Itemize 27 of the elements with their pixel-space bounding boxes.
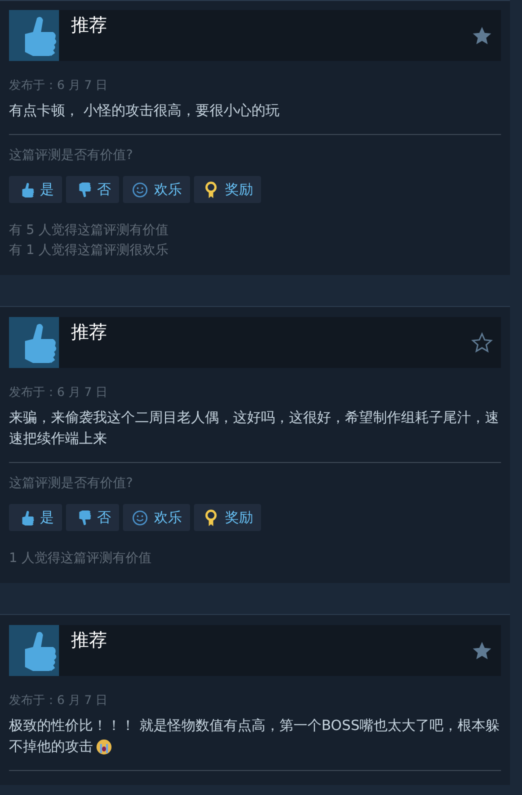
smiley-icon xyxy=(131,508,149,526)
vote-count: 有 1 人觉得这篇评测很欢乐 xyxy=(9,242,170,260)
yes-button[interactable]: 是 xyxy=(9,176,62,203)
star-icon[interactable] xyxy=(471,332,493,354)
review-verdict: 推荐 xyxy=(71,321,107,345)
review-verdict: 推荐 xyxy=(71,14,107,38)
post-date: 发布于：6 月 7 日 xyxy=(9,77,109,93)
review-text: 来骗，来偷袭我这个二周目老人偶，这好吗，这很好，希望制作组耗子尾汁，速速把续作端上来 xyxy=(9,410,499,447)
no-button[interactable]: 否 xyxy=(66,176,119,203)
vote-count: 1 人觉得这篇评测有价值 xyxy=(9,550,152,568)
no-button[interactable]: 否 xyxy=(66,504,119,531)
star-icon[interactable] xyxy=(471,640,493,662)
funny-button[interactable]: 欢乐 xyxy=(123,176,190,203)
smiley-icon xyxy=(131,180,149,198)
post-date: 发布于：6 月 7 日 xyxy=(9,692,109,708)
award-button[interactable]: 奖励 xyxy=(194,504,261,531)
post-date: 发布于：6 月 7 日 xyxy=(9,384,109,400)
star-icon[interactable] xyxy=(471,25,493,47)
yes-button[interactable]: 是 xyxy=(9,504,62,531)
helpful-question: 这篇评测是否有价值? xyxy=(9,147,134,165)
award-button[interactable]: 奖励 xyxy=(194,176,261,203)
review-text: 极致的性价比！！！ 就是怪物数值有点高，第一个BOSS嘴也太大了吧，根本躲不掉他的攻击 xyxy=(9,718,500,755)
vote-count: 有 5 人觉得这篇评测有价值 xyxy=(9,222,170,240)
funny-button[interactable]: 欢乐 xyxy=(123,504,190,531)
helpful-question: 这篇评测是否有价值? xyxy=(9,475,134,493)
review-text: 有点卡顿， 小怪的攻击很高，要很小心的玩 xyxy=(9,103,280,119)
review-verdict: 推荐 xyxy=(71,629,107,653)
